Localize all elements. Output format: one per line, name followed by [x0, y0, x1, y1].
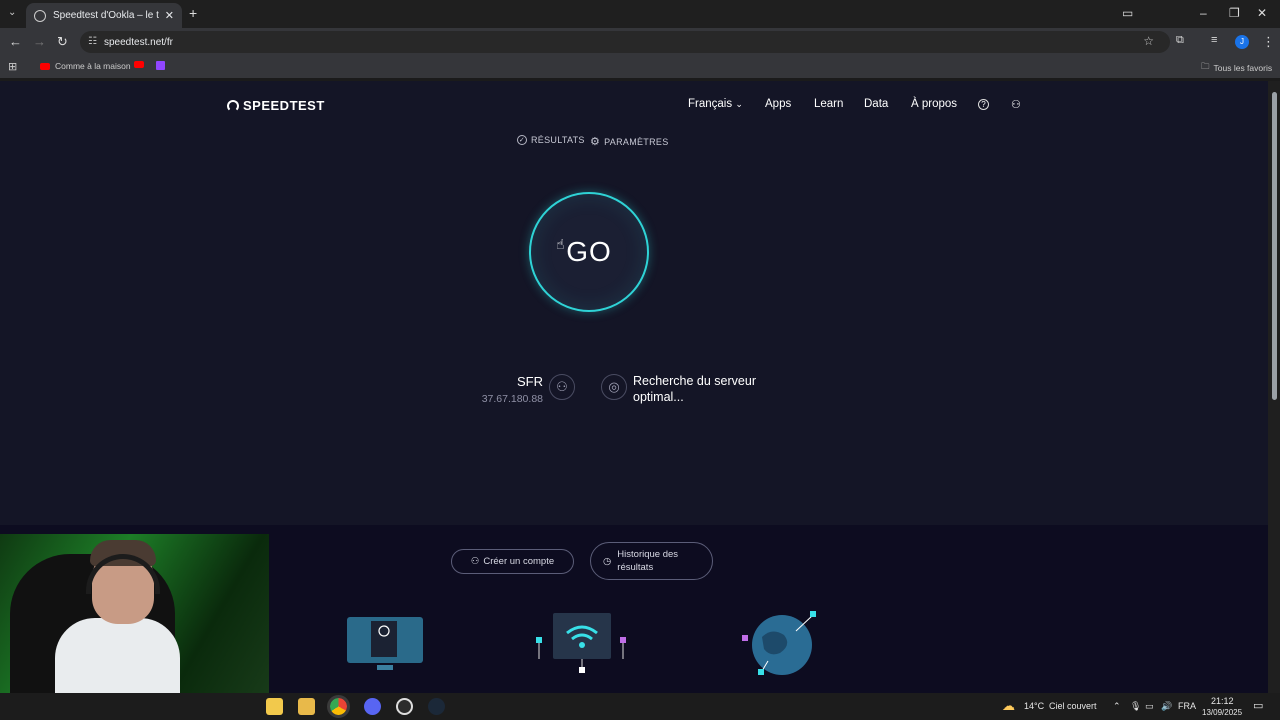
chevron-down-icon: ⌄	[735, 99, 743, 109]
minimize-button[interactable]: –	[1200, 6, 1207, 20]
close-window-button[interactable]: ✕	[1257, 6, 1267, 20]
tab-search-icon[interactable]: ⌄	[8, 7, 16, 18]
network-icon[interactable]: ▭	[1145, 701, 1154, 712]
bookmark-twitch[interactable]	[156, 61, 165, 70]
browser-menu-icon[interactable]: ⋮	[1262, 34, 1275, 50]
browser-tab-bar: ⌄ Speedtest d'Ookla – le test de v ✕ + ▭…	[0, 0, 1280, 28]
youtube-icon	[134, 61, 144, 68]
steam-icon[interactable]	[428, 698, 445, 715]
settings-link[interactable]: ⚙ PARAMÈTRES	[590, 135, 669, 148]
speedtest-logo[interactable]: SPEEDTEST	[227, 98, 325, 113]
nav-data[interactable]: Data	[864, 98, 888, 110]
back-button[interactable]: ←	[9, 34, 22, 49]
site-settings-icon[interactable]: ☷	[88, 36, 97, 47]
results-history-button[interactable]: ◷ Historique des résultats	[590, 542, 713, 580]
help-icon[interactable]: ?	[978, 99, 989, 110]
person-icon[interactable]: ⚇	[549, 374, 575, 400]
nav-language[interactable]: Français ⌄	[688, 98, 743, 110]
history-icon: ◷	[603, 555, 612, 567]
results-link[interactable]: ✓ RÉSULTATS	[517, 135, 585, 145]
create-account-button[interactable]: ⚇ Créer un compte	[451, 549, 574, 574]
clock-date[interactable]: 13/09/2025	[1202, 708, 1242, 717]
globe-network-illustration	[742, 611, 816, 675]
weather-icon[interactable]: ☁	[1002, 698, 1015, 714]
speedtest-gauge-icon	[227, 99, 239, 112]
server-status: Recherche du serveur optimal...	[633, 374, 756, 404]
all-favorites-button[interactable]: 🗀 Tous les favoris	[1201, 61, 1272, 75]
weather-temp[interactable]: 14°C	[1024, 701, 1044, 711]
media-controls-icon[interactable]: ≡	[1211, 34, 1217, 46]
globe-icon[interactable]: ◎	[601, 374, 627, 400]
calculator-app-icon[interactable]	[266, 698, 283, 715]
tab-close-icon[interactable]: ✕	[165, 9, 174, 22]
add-user-icon: ⚇	[470, 556, 480, 567]
folder-icon: 🗀	[1201, 61, 1210, 71]
logo-text: SPEEDTEST	[243, 98, 325, 113]
profile-avatar[interactable]: J	[1235, 35, 1249, 49]
ip-address: 37.67.180.88	[481, 393, 543, 405]
create-account-label: Créer un compte	[483, 556, 555, 567]
settings-label: PARAMÈTRES	[604, 136, 669, 147]
speedtest-favicon-icon	[34, 9, 46, 22]
file-explorer-icon[interactable]	[298, 698, 315, 715]
discord-icon[interactable]	[364, 698, 381, 715]
volume-icon[interactable]: 🔊	[1161, 701, 1172, 712]
desktop-speedtest-illustration	[347, 617, 423, 670]
bookmark-comme-a-la-maison[interactable]: Comme à la maison	[40, 61, 131, 71]
input-language[interactable]: FRA	[1178, 701, 1196, 711]
nav-apps[interactable]: Apps	[765, 98, 791, 110]
bookmark-label: Comme à la maison	[55, 61, 131, 71]
reload-button[interactable]: ↻	[57, 34, 68, 50]
browser-tab-speedtest[interactable]: Speedtest d'Ookla – le test de v ✕	[26, 3, 182, 28]
bookmark-youtube[interactable]	[134, 61, 149, 68]
chevron-up-icon[interactable]: ⌃	[1113, 701, 1121, 712]
address-bar[interactable]: ☷ speedtest.net/fr ☆	[80, 31, 1170, 53]
apps-grid-icon[interactable]: ⊞	[8, 60, 17, 73]
mouse-cursor-icon: ☝	[556, 236, 565, 252]
speedtest-app-icon[interactable]	[396, 698, 413, 715]
user-account-icon[interactable]: ⚇	[1011, 98, 1021, 111]
results-label: RÉSULTATS	[531, 135, 585, 145]
windows-taskbar: ☁ 14°C Ciel couvert ⌃ 🎙 ▭ 🔊 FRA 21:12 13…	[0, 693, 1280, 720]
tab-strip-icon[interactable]: ▭	[1122, 6, 1133, 20]
nav-learn[interactable]: Learn	[814, 98, 843, 110]
nav-about[interactable]: À propos	[911, 98, 957, 110]
check-circle-icon: ✓	[517, 135, 527, 145]
chrome-icon[interactable]	[327, 695, 350, 718]
wifi-router-illustration	[536, 613, 626, 673]
maximize-button[interactable]: ❐	[1229, 6, 1240, 20]
tab-title: Speedtest d'Ookla – le test de v	[53, 10, 159, 21]
isp-name: SFR	[517, 374, 543, 389]
url-text: speedtest.net/fr	[104, 36, 173, 48]
language-label: Français	[688, 98, 733, 110]
clock-time[interactable]: 21:12	[1211, 696, 1234, 706]
youtube-icon	[40, 62, 50, 70]
forward-button[interactable]: →	[33, 34, 46, 49]
bookmarks-bar: ⊞ Comme à la maison 🗀 Tous les favoris	[0, 56, 1280, 78]
gear-icon: ⚙	[590, 136, 601, 148]
twitch-icon	[156, 61, 165, 70]
new-tab-button[interactable]: +	[189, 5, 197, 21]
go-button[interactable]: GO	[529, 192, 649, 312]
browser-toolbar: ← → ↻ ☷ speedtest.net/fr ☆ ⧉ ≡ J ⋮	[0, 28, 1280, 56]
all-favorites-label: Tous les favoris	[1213, 63, 1273, 73]
bookmark-star-icon[interactable]: ☆	[1143, 34, 1154, 48]
weather-desc[interactable]: Ciel couvert	[1049, 701, 1097, 711]
history-label: Historique des résultats	[617, 549, 679, 573]
extensions-icon[interactable]: ⧉	[1176, 34, 1184, 47]
scrollbar-thumb[interactable]	[1272, 92, 1277, 400]
notifications-icon[interactable]: ▭	[1253, 699, 1263, 712]
microphone-icon[interactable]: 🎙	[1130, 701, 1141, 712]
